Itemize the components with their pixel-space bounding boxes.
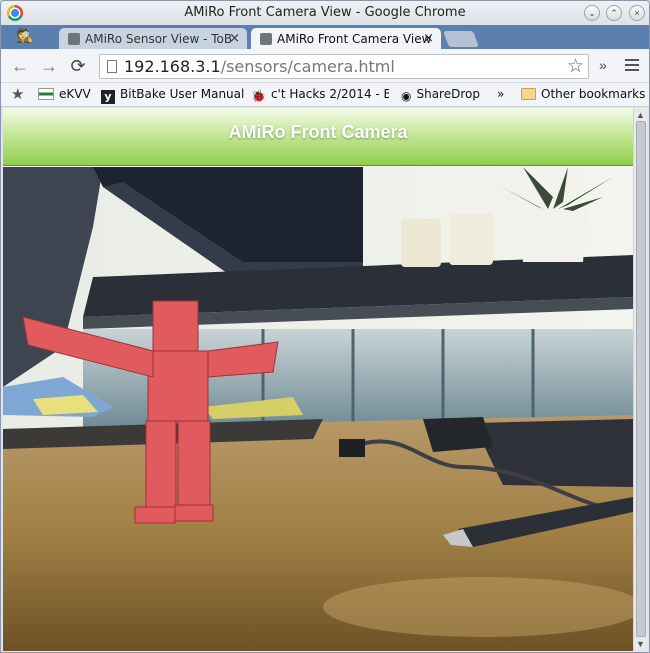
url-text[interactable]: 192.168.3.1/sensors/camera.html xyxy=(124,57,395,76)
chrome-menu-icon[interactable] xyxy=(625,59,639,74)
bookmarks-overflow-button[interactable]: » xyxy=(497,87,504,101)
tab-camera-view[interactable]: AMiRo Front Camera View × xyxy=(251,28,441,49)
scroll-down-arrow-icon[interactable]: ▼ xyxy=(636,639,645,649)
page-title: AMiRo Front Camera xyxy=(228,122,408,142)
bookmarks-bar: ★ eKVV y BitBake User Manual 🐞 c't Hacks 2… xyxy=(1,83,649,107)
bug-icon: 🐞 xyxy=(251,89,266,103)
other-bookmarks-folder[interactable]: Other bookmarks xyxy=(521,87,645,101)
tab-close-icon[interactable]: × xyxy=(229,31,240,46)
sharedrop-icon: ◉ xyxy=(401,89,412,103)
y-icon: y xyxy=(101,90,115,104)
page-icon xyxy=(107,60,117,73)
scroll-thumb[interactable] xyxy=(636,121,646,637)
bookmarks-star-icon: ★ xyxy=(11,85,25,103)
forward-button[interactable]: → xyxy=(38,55,60,77)
bookmark-label: ShareDrop xyxy=(416,87,480,101)
tab-label: AMiRo Sensor View - ToB xyxy=(85,32,233,46)
scroll-up-arrow-icon[interactable]: ▲ xyxy=(636,110,645,120)
navigation-toolbar: ← → ⟳ 192.168.3.1/sensors/camera.html ☆ … xyxy=(1,49,649,83)
reload-button[interactable]: ⟳ xyxy=(67,55,89,77)
page-header: AMiRo Front Camera xyxy=(3,108,633,166)
tab-sensor-view[interactable]: AMiRo Sensor View - ToB × xyxy=(59,28,247,49)
incognito-icon: 🕵 xyxy=(16,27,34,43)
window-title: AMiRo Front Camera View - Google Chrome xyxy=(184,5,466,20)
tab-close-icon[interactable]: × xyxy=(423,31,434,46)
bookmark-label: BitBake User Manual xyxy=(120,87,245,101)
vertical-scrollbar[interactable]: ▲ ▼ xyxy=(633,108,647,651)
bookmark-star-icon[interactable]: ☆ xyxy=(567,55,584,78)
address-bar[interactable]: 192.168.3.1/sensors/camera.html ☆ xyxy=(99,54,589,79)
flag-icon xyxy=(38,88,54,100)
close-window-button[interactable]: × xyxy=(629,5,645,21)
maximize-button[interactable]: ⌃ xyxy=(606,5,622,21)
folder-icon xyxy=(521,88,536,100)
bookmark-bitbake[interactable]: y BitBake User Manual xyxy=(101,87,244,104)
page-favicon-icon xyxy=(68,33,80,45)
title-bar: AMiRo Front Camera View - Google Chrome … xyxy=(1,1,649,25)
bookmark-sharedrop[interactable]: ◉ ShareDrop xyxy=(401,87,480,103)
page-viewport: AMiRo Front Camera xyxy=(3,108,633,651)
camera-feed-image xyxy=(3,167,633,651)
back-button[interactable]: ← xyxy=(9,55,31,77)
url-path: /sensors/camera.html xyxy=(220,57,395,76)
page-favicon-icon xyxy=(260,33,272,45)
browser-window: AMiRo Front Camera View - Google Chrome … xyxy=(0,0,650,653)
tab-label: AMiRo Front Camera View xyxy=(277,32,432,46)
bookmark-ekvv[interactable]: eKVV xyxy=(38,87,91,101)
extensions-overflow-button[interactable]: » xyxy=(599,57,607,73)
bookmark-label: Other bookmarks xyxy=(541,87,646,101)
new-tab-button[interactable] xyxy=(443,31,479,47)
bookmark-label: c't Hacks 2/2014 - Bo xyxy=(270,87,389,101)
bookmark-label: eKVV xyxy=(59,87,91,101)
minimize-button[interactable]: ⌄ xyxy=(584,5,600,21)
bookmark-ct-hacks[interactable]: 🐞 c't Hacks 2/2014 - Bo xyxy=(251,87,389,103)
tab-strip: 🕵 AMiRo Sensor View - ToB × AMiRo Front … xyxy=(1,25,649,49)
url-host: 192.168.3.1 xyxy=(124,57,221,76)
